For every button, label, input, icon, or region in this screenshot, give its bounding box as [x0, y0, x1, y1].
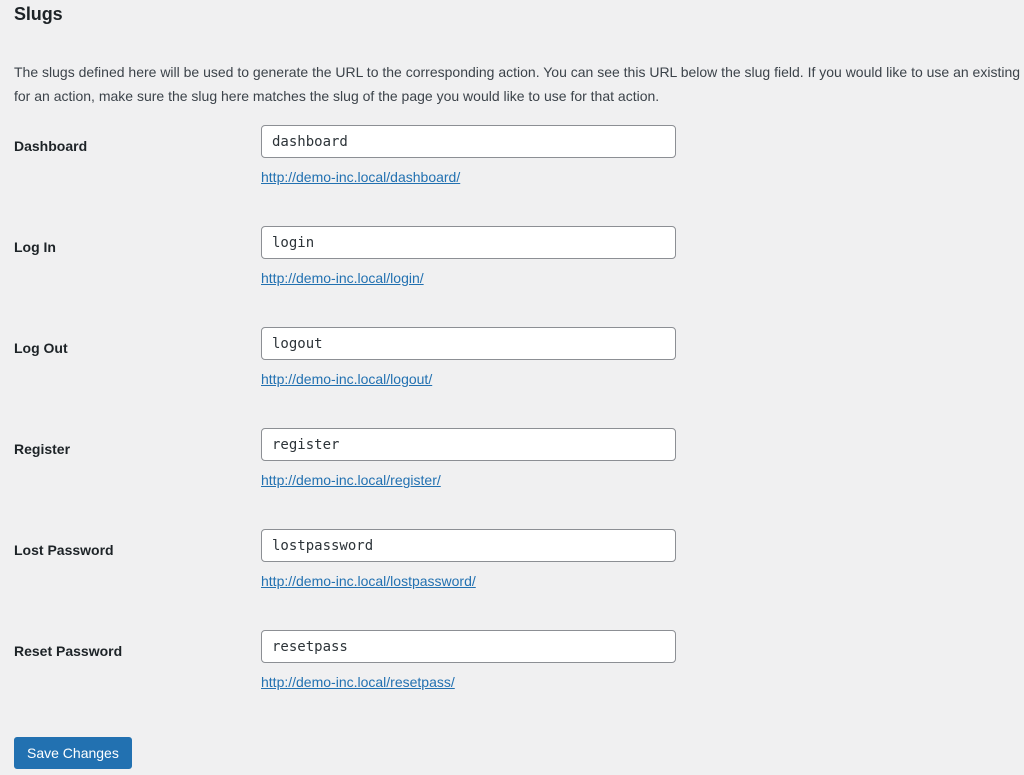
field-input-cell-register: http://demo-inc.local/register/ [261, 415, 1024, 516]
slug-input-register[interactable] [261, 428, 676, 461]
table-row: Register http://demo-inc.local/register/ [0, 415, 1024, 516]
table-row: Reset Password http://demo-inc.local/res… [0, 617, 1024, 718]
field-label-cell-logout: Log Out [0, 314, 261, 415]
slug-input-lostpassword[interactable] [261, 529, 676, 562]
field-label-login: Log In [14, 239, 56, 255]
submit-area: Save Changes [14, 737, 132, 769]
table-row: Dashboard http://demo-inc.local/dashboar… [0, 112, 1024, 213]
table-row: Lost Password http://demo-inc.local/lost… [0, 516, 1024, 617]
field-input-cell-logout: http://demo-inc.local/logout/ [261, 314, 1024, 415]
slug-input-resetpass[interactable] [261, 630, 676, 663]
slugs-form-table: Dashboard http://demo-inc.local/dashboar… [0, 112, 1024, 718]
slug-url-link-logout[interactable]: http://demo-inc.local/logout/ [261, 369, 432, 389]
table-row: Log In http://demo-inc.local/login/ [0, 213, 1024, 314]
field-label-cell-register: Register [0, 415, 261, 516]
table-row: Log Out http://demo-inc.local/logout/ [0, 314, 1024, 415]
section-description: The slugs defined here will be used to g… [14, 64, 1024, 104]
slug-url-link-resetpass[interactable]: http://demo-inc.local/resetpass/ [261, 672, 455, 692]
slug-url-link-register[interactable]: http://demo-inc.local/register/ [261, 470, 441, 490]
field-input-cell-resetpass: http://demo-inc.local/resetpass/ [261, 617, 1024, 718]
slug-input-logout[interactable] [261, 327, 676, 360]
slug-url-link-dashboard[interactable]: http://demo-inc.local/dashboard/ [261, 167, 460, 187]
field-label-cell-lostpassword: Lost Password [0, 516, 261, 617]
field-input-cell-login: http://demo-inc.local/login/ [261, 213, 1024, 314]
page-title: Slugs [14, 4, 63, 24]
field-label-resetpass: Reset Password [14, 643, 123, 659]
field-input-cell-lostpassword: http://demo-inc.local/lostpassword/ [261, 516, 1024, 617]
field-label-logout: Log Out [14, 340, 68, 356]
field-label-dashboard: Dashboard [14, 138, 88, 154]
slugs-form-body: Dashboard http://demo-inc.local/dashboar… [0, 112, 1024, 718]
field-label-cell-resetpass: Reset Password [0, 617, 261, 718]
slug-url-link-lostpassword[interactable]: http://demo-inc.local/lostpassword/ [261, 571, 476, 591]
field-label-register: Register [14, 441, 71, 457]
save-changes-button[interactable]: Save Changes [14, 737, 132, 769]
field-input-cell-dashboard: http://demo-inc.local/dashboard/ [261, 112, 1024, 213]
field-label-cell-login: Log In [0, 213, 261, 314]
slug-url-link-login[interactable]: http://demo-inc.local/login/ [261, 268, 424, 288]
field-label-lostpassword: Lost Password [14, 542, 114, 558]
slug-input-login[interactable] [261, 226, 676, 259]
field-label-cell-dashboard: Dashboard [0, 112, 261, 213]
slug-input-dashboard[interactable] [261, 125, 676, 158]
slugs-settings-page: Slugs The slugs defined here will be use… [0, 0, 1024, 775]
